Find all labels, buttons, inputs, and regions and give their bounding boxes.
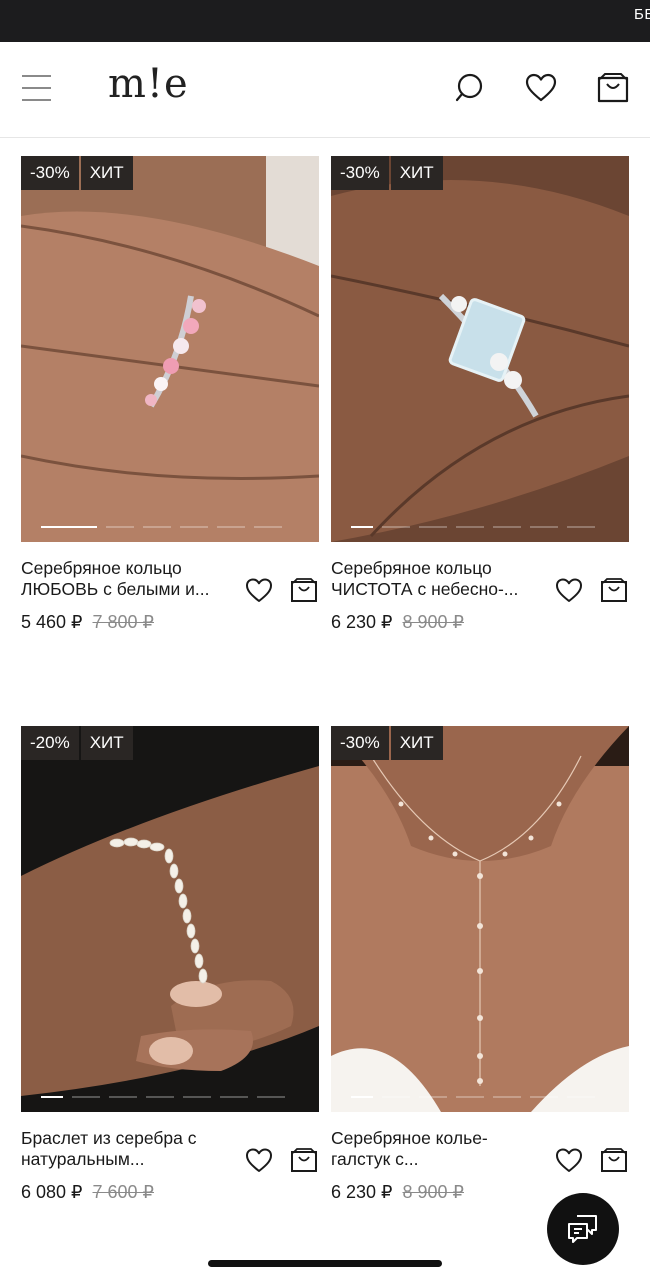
product-name[interactable]: Браслет из серебра с натуральным... bbox=[21, 1128, 236, 1170]
old-price: 8 900 ₽ bbox=[402, 612, 465, 632]
discount-badge: -20% bbox=[21, 726, 79, 760]
heart-icon bbox=[246, 1148, 272, 1172]
chat-icon bbox=[568, 1215, 597, 1243]
search-icon[interactable] bbox=[452, 70, 488, 106]
image-carousel-indicator[interactable] bbox=[41, 1096, 294, 1098]
badge-group: -30% ХИТ bbox=[331, 726, 445, 760]
current-price: 6 230 ₽ bbox=[331, 1182, 393, 1202]
badge-group: -20% ХИТ bbox=[21, 726, 135, 760]
add-to-favorites-button[interactable] bbox=[243, 574, 275, 606]
product-photo-ring bbox=[21, 156, 319, 542]
image-carousel-indicator[interactable] bbox=[41, 526, 291, 528]
product-price: 5 460 ₽ 7 800 ₽ bbox=[21, 612, 154, 633]
logo[interactable]: m!e bbox=[108, 64, 189, 104]
add-to-favorites-button[interactable] bbox=[243, 1144, 275, 1176]
old-price: 7 800 ₽ bbox=[92, 612, 155, 632]
hit-badge: ХИТ bbox=[80, 156, 133, 190]
product-card[interactable]: -30% ХИТ Серебряное кольцо ЧИСТОТА с неб… bbox=[331, 156, 629, 632]
image-carousel-indicator[interactable] bbox=[351, 526, 604, 528]
product-image[interactable]: -30% ХИТ bbox=[331, 726, 629, 1112]
add-to-favorites-button[interactable] bbox=[553, 1144, 585, 1176]
current-price: 6 230 ₽ bbox=[331, 612, 393, 632]
add-to-cart-button[interactable] bbox=[288, 1144, 320, 1176]
discount-badge: -30% bbox=[331, 156, 389, 190]
old-price: 8 900 ₽ bbox=[402, 1182, 465, 1202]
promo-text: БЕ bbox=[634, 6, 650, 23]
hit-badge: ХИТ bbox=[80, 726, 133, 760]
product-photo-ring bbox=[331, 156, 629, 542]
site-header: m!e bbox=[0, 42, 650, 138]
current-price: 6 080 ₽ bbox=[21, 1182, 83, 1202]
product-price: 6 080 ₽ 7 600 ₽ bbox=[21, 1182, 154, 1203]
add-to-favorites-button[interactable] bbox=[553, 574, 585, 606]
product-image[interactable]: -30% ХИТ bbox=[21, 156, 319, 542]
heart-icon bbox=[556, 578, 582, 602]
add-to-cart-button[interactable] bbox=[288, 574, 320, 606]
bag-icon bbox=[291, 578, 317, 602]
product-name[interactable]: Серебряное колье- галстук с... bbox=[331, 1128, 546, 1170]
image-carousel-indicator[interactable] bbox=[351, 1096, 604, 1098]
hit-badge: ХИТ bbox=[390, 726, 443, 760]
bag-icon bbox=[601, 578, 627, 602]
product-image[interactable]: -30% ХИТ bbox=[331, 156, 629, 542]
product-image[interactable]: -20% ХИТ bbox=[21, 726, 319, 1112]
product-photo-bracelet bbox=[21, 726, 319, 1112]
add-to-cart-button[interactable] bbox=[598, 574, 630, 606]
badge-group: -30% ХИТ bbox=[21, 156, 135, 190]
product-card[interactable]: -30% ХИТ Серебряное кольцо ЛЮБОВЬ с белы… bbox=[21, 156, 319, 632]
chat-button[interactable] bbox=[547, 1193, 619, 1265]
heart-icon bbox=[556, 1148, 582, 1172]
product-name[interactable]: Серебряное кольцо ЛЮБОВЬ с белыми и... bbox=[21, 558, 236, 600]
product-card[interactable]: -30% ХИТ Серебряное колье- галстук с... … bbox=[331, 726, 629, 1202]
heart-icon bbox=[246, 578, 272, 602]
bag-icon bbox=[601, 1148, 627, 1172]
product-name[interactable]: Серебряное кольцо ЧИСТОТА с небесно-... bbox=[331, 558, 546, 600]
home-indicator[interactable] bbox=[208, 1260, 442, 1267]
discount-badge: -30% bbox=[331, 726, 389, 760]
badge-group: -30% ХИТ bbox=[331, 156, 445, 190]
current-price: 5 460 ₽ bbox=[21, 612, 83, 632]
heart-icon[interactable] bbox=[523, 70, 559, 106]
bag-icon bbox=[291, 1148, 317, 1172]
product-price: 6 230 ₽ 8 900 ₽ bbox=[331, 1182, 464, 1203]
product-price: 6 230 ₽ 8 900 ₽ bbox=[331, 612, 464, 633]
bag-icon[interactable] bbox=[595, 70, 631, 106]
hit-badge: ХИТ bbox=[390, 156, 443, 190]
discount-badge: -30% bbox=[21, 156, 79, 190]
menu-icon[interactable] bbox=[22, 73, 52, 103]
product-photo-necklace bbox=[331, 726, 629, 1112]
product-card[interactable]: -20% ХИТ Браслет из серебра с натуральны… bbox=[21, 726, 319, 1202]
promo-banner[interactable]: БЕ bbox=[0, 0, 650, 42]
old-price: 7 600 ₽ bbox=[92, 1182, 155, 1202]
add-to-cart-button[interactable] bbox=[598, 1144, 630, 1176]
